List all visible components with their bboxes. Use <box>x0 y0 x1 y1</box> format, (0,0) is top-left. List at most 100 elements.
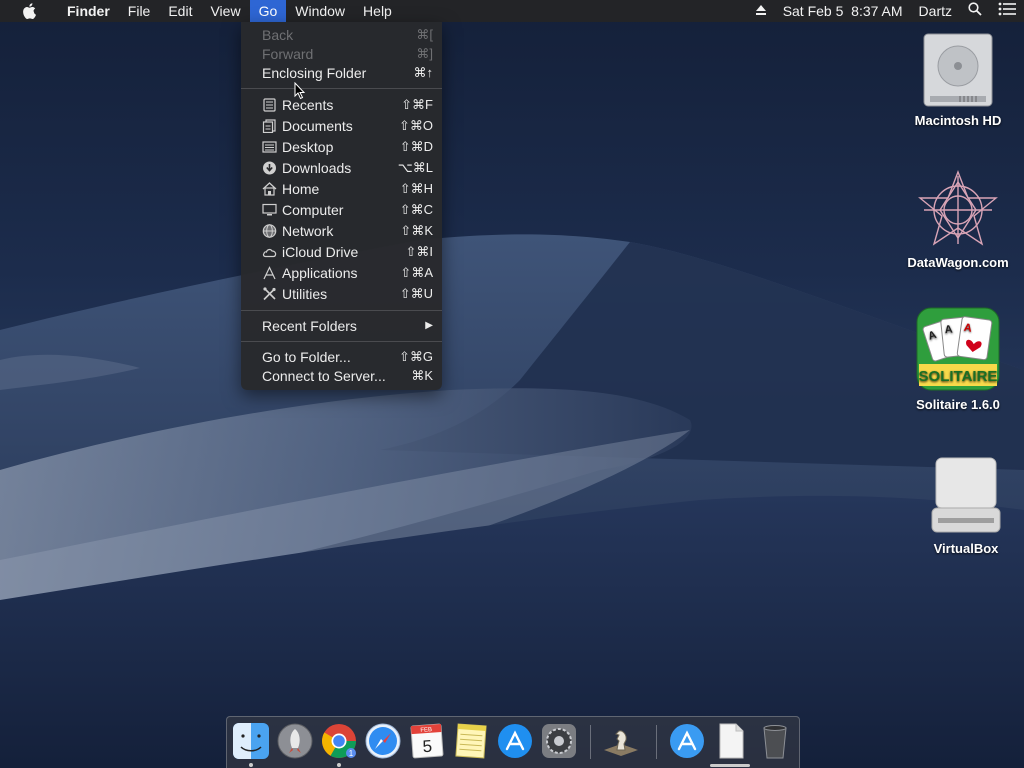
menu-bar: Finder File Edit View Go Window Help Sat… <box>0 0 1024 22</box>
calendar-day: 5 <box>422 737 433 757</box>
apple-menu[interactable] <box>0 0 58 22</box>
stack-indicator <box>710 764 750 767</box>
menu-item-label: Utilities <box>282 286 328 302</box>
menu-item-downloads[interactable]: Downloads ⌥⌘L <box>241 158 442 178</box>
desktop-icon-macintosh-hd[interactable]: Macintosh HD <box>898 30 1018 128</box>
menu-item-enclosing-folder[interactable]: Enclosing Folder ⌘↑ <box>241 63 442 83</box>
launchpad-icon[interactable] <box>276 722 314 760</box>
finder-icon[interactable] <box>232 722 270 760</box>
menu-file[interactable]: File <box>119 0 160 22</box>
menu-item-go-to-folder[interactable]: Go to Folder... ⇧⌘G <box>241 347 442 367</box>
menu-item-label: Connect to Server... <box>262 368 386 384</box>
menu-go[interactable]: Go <box>249 0 287 22</box>
shortcut: ⌘↑ <box>413 65 434 80</box>
shortcut: ⇧⌘H <box>399 181 433 196</box>
app-store-folder-icon[interactable] <box>668 722 706 760</box>
applications-icon <box>263 266 276 280</box>
desktop-icon <box>262 141 277 153</box>
menu-item-icloud-drive[interactable]: iCloud Drive ⇧⌘I <box>241 242 442 262</box>
menu-item-back[interactable]: Back ⌘[ <box>241 25 442 45</box>
apple-icon <box>23 3 36 19</box>
eject-icon <box>755 5 766 15</box>
menubar-extras: Sat Feb 5 8:37 AM Dartz <box>747 0 1024 22</box>
menu-item-network[interactable]: Network ⇧⌘K <box>241 221 442 241</box>
menu-item-recent-folders[interactable]: Recent Folders ▶ <box>241 316 442 336</box>
menu-item-label: Documents <box>282 118 353 134</box>
desktop-icon-label: Solitaire 1.6.0 <box>916 397 1000 412</box>
svg-text:A: A <box>944 323 953 336</box>
datawagon-icon <box>918 170 998 246</box>
hard-drive-icon <box>923 33 993 107</box>
system-preferences-icon[interactable] <box>540 722 578 760</box>
shortcut: ⇧⌘U <box>399 286 433 301</box>
trash-icon[interactable] <box>756 722 794 760</box>
mojave-dunes-wallpaper <box>0 234 1024 768</box>
calendar-month: FEB <box>420 727 432 734</box>
menu-item-label: Home <box>282 181 320 197</box>
menu-item-label: Go to Folder... <box>262 349 351 365</box>
clock[interactable]: Sat Feb 5 8:37 AM <box>775 0 911 22</box>
menu-item-computer[interactable]: Computer ⇧⌘C <box>241 200 442 220</box>
network-icon <box>262 224 277 238</box>
menu-item-label: Forward <box>262 46 314 62</box>
shortcut: ⇧⌘I <box>405 244 433 259</box>
menu-item-label: Desktop <box>282 139 334 155</box>
menu-item-label: iCloud Drive <box>282 244 359 260</box>
shortcut: ⌥⌘L <box>397 160 433 175</box>
dock-separator <box>590 725 591 759</box>
shortcut: ⇧⌘O <box>398 118 433 133</box>
home-icon <box>262 182 277 196</box>
menu-item-label: Computer <box>282 202 344 218</box>
menu-window[interactable]: Window <box>286 0 354 22</box>
notes-icon[interactable] <box>452 722 490 760</box>
documents-icon <box>262 119 276 133</box>
spotlight-button[interactable] <box>960 0 990 22</box>
virtualbox-disk-icon <box>931 457 1001 533</box>
menu-finder[interactable]: Finder <box>58 0 119 22</box>
submenu-arrow-icon: ▶ <box>425 320 433 331</box>
shortcut: ⇧⌘A <box>400 265 433 280</box>
menu-separator <box>241 341 442 342</box>
menu-item-label: Network <box>282 223 334 239</box>
mouse-cursor-icon <box>294 82 306 100</box>
safari-icon[interactable] <box>364 722 402 760</box>
desktop-icon-virtualbox[interactable]: VirtualBox <box>906 454 1024 556</box>
chrome-icon[interactable]: 1 <box>320 722 358 760</box>
solitaire-icon: A A A SOLITAIRE <box>916 307 1000 391</box>
menu-help[interactable]: Help <box>354 0 401 22</box>
menu-item-forward[interactable]: Forward ⌘] <box>241 44 442 64</box>
chess-icon[interactable] <box>602 722 640 760</box>
shortcut: ⇧⌘G <box>398 349 433 364</box>
menu-item-utilities[interactable]: Utilities ⇧⌘U <box>241 284 442 304</box>
desktop-icon-label: VirtualBox <box>933 541 999 556</box>
desktop-icon-datawagon[interactable]: DataWagon.com <box>898 168 1018 270</box>
menu-item-home[interactable]: Home ⇧⌘H <box>241 179 442 199</box>
calendar-icon[interactable]: FEB 5 <box>408 722 446 760</box>
running-indicator <box>249 763 253 767</box>
dock: 1 FEB 5 <box>226 716 800 768</box>
running-indicator <box>337 763 341 767</box>
menu-item-applications[interactable]: Applications ⇧⌘A <box>241 263 442 283</box>
notification-center-button[interactable] <box>990 0 1024 22</box>
shortcut: ⇧⌘C <box>399 202 433 217</box>
menu-item-recents[interactable]: Recents ⇧⌘F <box>241 95 442 115</box>
eject-menu[interactable] <box>747 0 775 22</box>
menu-edit[interactable]: Edit <box>159 0 201 22</box>
menu-item-desktop[interactable]: Desktop ⇧⌘D <box>241 137 442 157</box>
menu-item-documents[interactable]: Documents ⇧⌘O <box>241 116 442 136</box>
search-icon <box>968 2 982 16</box>
menu-item-label: Recent Folders <box>262 318 357 334</box>
menu-view[interactable]: View <box>201 0 249 22</box>
app-store-icon[interactable] <box>496 722 534 760</box>
shortcut: ⌘[ <box>416 27 433 42</box>
menu-item-label: Enclosing Folder <box>262 65 367 81</box>
document-icon[interactable] <box>712 722 750 760</box>
user-menu[interactable]: Dartz <box>911 0 960 22</box>
menu-item-label: Recents <box>282 97 334 113</box>
desktop-icon-solitaire[interactable]: A A A SOLITAIRE Solitaire 1.6.0 <box>898 306 1018 412</box>
icloud-icon <box>262 248 277 258</box>
desktop-icon-label: Macintosh HD <box>914 113 1002 128</box>
menu-item-connect-to-server[interactable]: Connect to Server... ⌘K <box>241 366 442 386</box>
recents-icon <box>263 98 276 112</box>
chrome-badge: 1 <box>349 749 354 758</box>
